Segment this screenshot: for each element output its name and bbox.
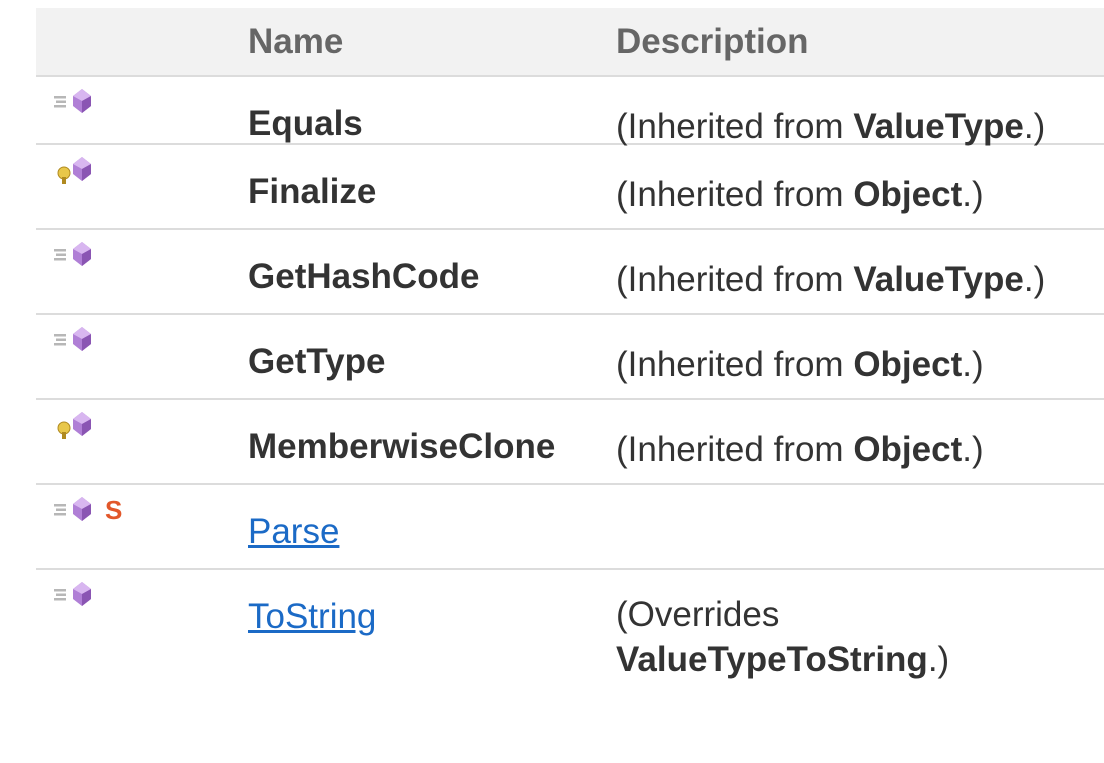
desc-suffix: .) — [1023, 260, 1046, 299]
table-header: Name Description — [36, 8, 1104, 77]
member-name: Equals — [248, 104, 363, 143]
public-method-icon — [52, 87, 96, 117]
icon-cell — [36, 155, 216, 195]
icon-cell: S — [36, 495, 216, 535]
icon-cell — [36, 87, 216, 127]
svg-text:S: S — [105, 495, 122, 525]
desc-bold: ValueType — [853, 107, 1024, 146]
member-link-parse[interactable]: Parse — [248, 512, 339, 552]
desc-suffix: .) — [962, 345, 984, 384]
desc-bold: ValueType — [853, 260, 1024, 299]
public-method-icon — [52, 325, 96, 355]
table-row: Equals (Inherited from ValueType.) — [36, 77, 1104, 146]
table-row: S Parse — [36, 485, 1104, 570]
member-name: MemberwiseClone — [248, 427, 556, 466]
member-name: GetHashCode — [248, 257, 480, 296]
member-name: GetType — [248, 342, 386, 381]
member-description: (Inherited from ValueType.) — [616, 257, 1096, 302]
desc-prefix: (Inherited from — [616, 107, 854, 146]
protected-method-icon — [52, 155, 96, 185]
desc-suffix: .) — [1023, 107, 1046, 146]
public-method-icon — [52, 495, 96, 525]
desc-prefix: (Inherited from — [616, 430, 854, 469]
member-description: (Inherited from ValueType.) — [616, 104, 1096, 149]
header-description: Description — [616, 22, 809, 61]
public-method-icon — [52, 240, 96, 270]
icon-cell — [36, 580, 216, 620]
member-link-tostring[interactable]: ToString — [248, 597, 376, 637]
icon-cell — [36, 325, 216, 365]
desc-prefix: (Overrides — [616, 595, 780, 634]
desc-prefix: (Inherited from — [616, 260, 854, 299]
table-row: GetHashCode (Inherited from ValueType.) — [36, 230, 1104, 315]
table-row: GetType (Inherited from Object.) — [36, 315, 1104, 400]
member-description: (Inherited from Object.) — [616, 342, 1096, 387]
member-description: (Overrides ValueTypeToString.) — [616, 592, 1076, 682]
desc-bold: Object — [853, 345, 963, 384]
desc-bold: Object — [853, 430, 963, 469]
desc-bold: ValueTypeToString — [616, 640, 928, 679]
desc-bold: Object — [853, 175, 963, 214]
icon-cell — [36, 410, 216, 450]
desc-suffix: .) — [927, 640, 950, 679]
desc-suffix: .) — [962, 175, 984, 214]
public-method-icon — [52, 580, 96, 610]
member-description: (Inherited from Object.) — [616, 427, 1096, 472]
desc-prefix: (Inherited from — [616, 345, 854, 384]
member-name: Finalize — [248, 172, 377, 211]
table-row: ToString (Overrides ValueTypeToString.) — [36, 570, 1104, 690]
icon-cell — [36, 240, 216, 280]
table-row: Finalize (Inherited from Object.) — [36, 145, 1104, 230]
static-icon: S — [102, 495, 132, 525]
desc-prefix: (Inherited from — [616, 175, 854, 214]
desc-suffix: .) — [962, 430, 984, 469]
methods-table: Name Description Equals (Inherited from … — [36, 8, 1104, 690]
protected-method-icon — [52, 410, 96, 440]
member-description: (Inherited from Object.) — [616, 172, 1096, 217]
header-name: Name — [248, 22, 344, 61]
table-row: MemberwiseClone (Inherited from Object.) — [36, 400, 1104, 485]
